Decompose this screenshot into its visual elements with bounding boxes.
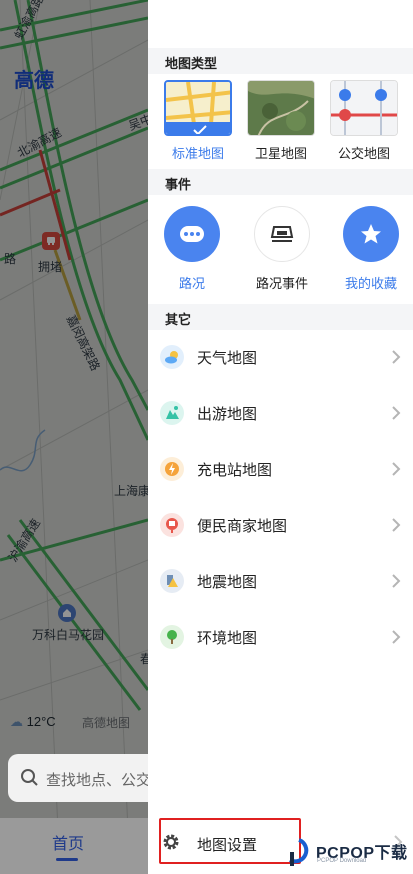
satellite-map-thumbnail [248,81,314,135]
watermark-logo-icon [289,838,309,866]
traffic-toggle[interactable] [164,206,220,262]
list-item-charging-map[interactable]: 充电站地图 [148,441,413,497]
list-item-label: 充电站地图 [197,462,273,479]
section-title: 事件 [165,177,192,192]
list-item-travel-map[interactable]: 出游地图 [148,385,413,441]
chevron-right-icon [392,406,401,420]
charging-icon [160,457,184,481]
list-item-label: 地震地图 [197,574,258,591]
weather-icon [160,345,184,369]
list-item-label: 天气地图 [197,350,258,367]
shop-icon [160,513,184,537]
map-type-label[interactable]: 标准地图 [158,143,238,162]
road-event-toggle[interactable] [254,206,310,262]
road-event-icon [270,226,294,242]
chevron-right-icon [392,574,401,588]
list-item-label: 出游地图 [197,406,258,423]
chevron-right-icon [392,350,401,364]
map-overlay[interactable] [0,0,148,874]
search-placeholder: 查找地点、公交 [46,772,148,789]
standard-map-thumbnail [166,82,230,134]
section-map-type: 地图类型 [148,48,413,74]
earthquake-icon [160,569,184,593]
list-item-environment-map[interactable]: 环境地图 [148,609,413,665]
layers-drawer: 地图类型 标准地图 卫星地图 公交地图 事件 路况 路况事件 我的收藏 其它 天… [148,0,413,874]
list-item-earthquake-map[interactable]: 地震地图 [148,553,413,609]
traffic-dots-icon [180,226,204,242]
list-item-weather-map[interactable]: 天气地图 [148,329,413,385]
section-title: 地图类型 [165,56,218,71]
section-events: 事件 [148,169,413,195]
chevron-right-icon [392,462,401,476]
tree-icon [160,625,184,649]
section-title: 其它 [165,312,192,327]
map-type-standard[interactable] [164,80,232,136]
section-others: 其它 [148,304,413,330]
list-item-label: 环境地图 [197,630,258,647]
map-type-label[interactable]: 卫星地图 [241,143,321,162]
list-item-label: 便民商家地图 [197,518,288,535]
transit-map-thumbnail [331,81,397,135]
travel-icon [160,401,184,425]
list-item-shop-map[interactable]: 便民商家地图 [148,497,413,553]
tab-active-indicator [56,858,78,861]
search-icon [21,769,38,786]
favorites-toggle[interactable] [343,206,399,262]
map-type-satellite[interactable] [247,80,315,136]
map-type-label[interactable]: 公交地图 [324,143,404,162]
map-background[interactable]: 高德 虹渝高路 北渝高速 吴中 路 拥堵 嘉闵高架路 上海康 沪渝高速 万科白马… [0,0,148,874]
chevron-right-icon [392,518,401,532]
event-label[interactable]: 路况事件 [237,273,327,292]
map-type-transit[interactable] [330,80,398,136]
watermark-sub: PCPOP Download [317,858,367,864]
star-icon [361,224,381,244]
event-label[interactable]: 路况 [147,273,237,292]
site-watermark: PCPOP下载 PCPOP Download [286,836,412,870]
tab-home[interactable]: 首页 [52,830,84,854]
highlight-box [159,818,301,864]
bottom-tab-bar: 首页 [0,818,148,874]
chevron-right-icon [392,630,401,644]
event-label[interactable]: 我的收藏 [326,273,413,292]
search-bar[interactable]: 查找地点、公交 [8,754,148,802]
